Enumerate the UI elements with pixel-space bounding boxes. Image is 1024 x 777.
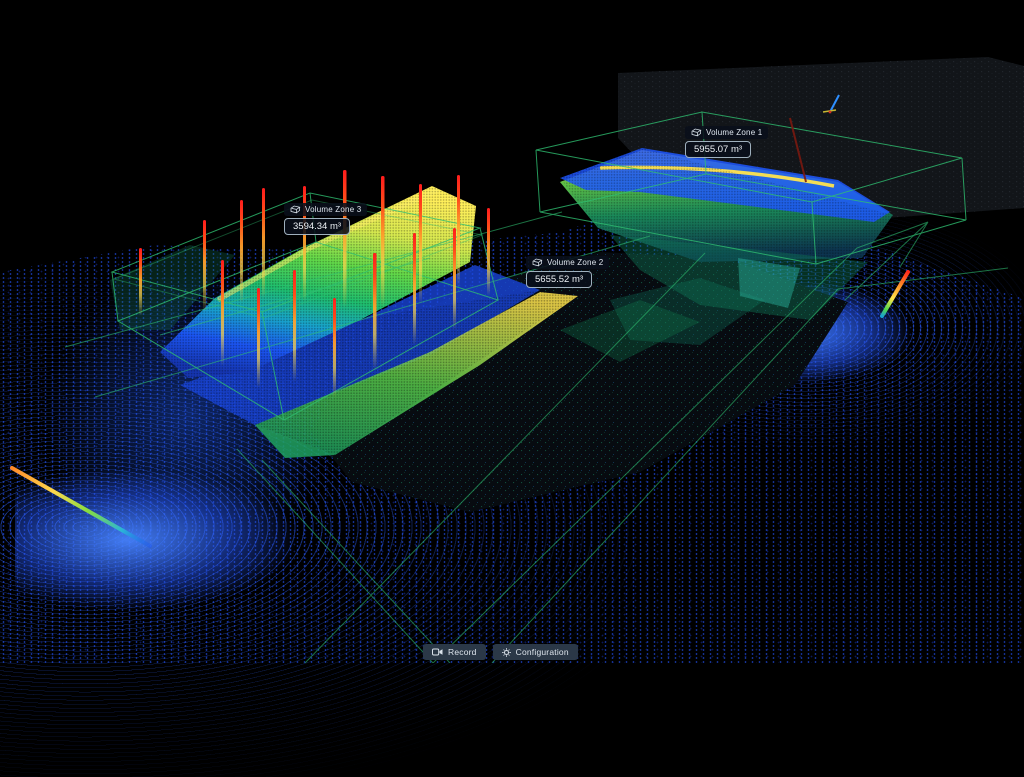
app-root: { "zones": [ {"name": "Volume Zone 3", "… (0, 0, 1024, 663)
zone-volume-value: 5655.52 m³ (526, 271, 592, 288)
zone-volume-value: 3594.34 m³ (284, 218, 350, 235)
zone-name: Volume Zone 3 (305, 205, 361, 214)
cube-icon (290, 205, 301, 214)
point-cloud-scene (0, 0, 1024, 663)
zone2-annotation[interactable]: Volume Zone 2 5655.52 m³ (526, 256, 609, 288)
record-button[interactable]: Record (423, 644, 486, 660)
cube-icon (532, 258, 543, 267)
zone2-header: Volume Zone 2 (526, 256, 609, 269)
zone-name: Volume Zone 1 (706, 128, 762, 137)
zone-name: Volume Zone 2 (547, 258, 603, 267)
gear-icon (502, 648, 511, 657)
record-label: Record (448, 647, 477, 657)
zone1-header: Volume Zone 1 (685, 126, 768, 139)
video-camera-icon (432, 648, 443, 656)
cube-icon (691, 128, 702, 137)
bottom-toolbar: Record Configuration (423, 644, 578, 660)
zone1-annotation[interactable]: Volume Zone 1 5955.07 m³ (685, 126, 768, 158)
zone3-annotation[interactable]: Volume Zone 3 3594.34 m³ (284, 203, 367, 235)
configuration-button[interactable]: Configuration (493, 644, 578, 660)
zone-volume-value: 5955.07 m³ (685, 141, 751, 158)
configuration-label: Configuration (516, 647, 569, 657)
viewport-3d[interactable] (0, 0, 1024, 663)
zone3-header: Volume Zone 3 (284, 203, 367, 216)
